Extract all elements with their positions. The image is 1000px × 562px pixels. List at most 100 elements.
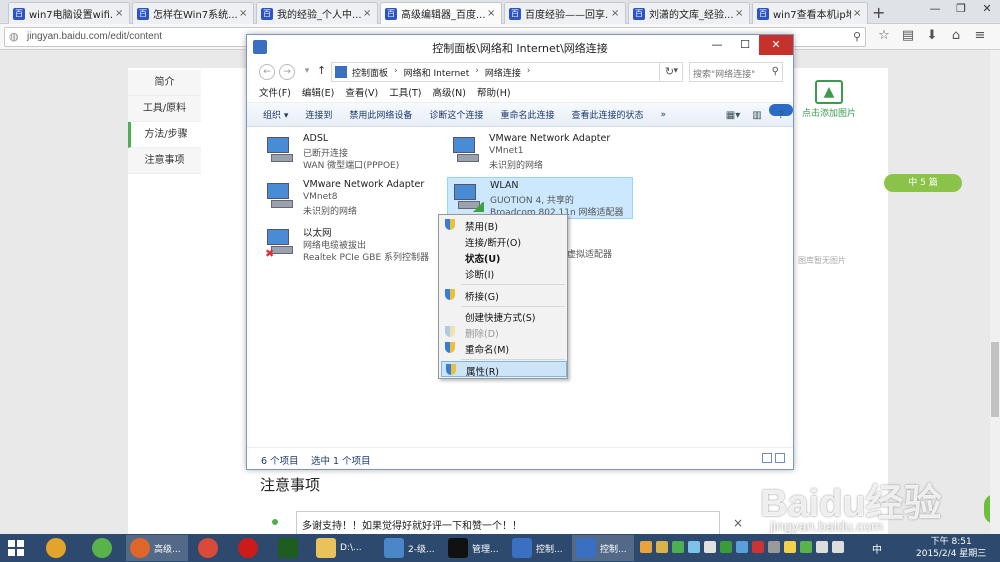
organize-button[interactable]: 组织 ▾ <box>263 108 288 121</box>
browser-tab[interactable]: 百 刘潇的文库_经验... × <box>628 2 750 24</box>
volume-icon[interactable] <box>816 541 828 553</box>
download-icon[interactable]: ⬇ <box>920 28 944 43</box>
search-input[interactable]: 搜索"网络连接" ⚲ <box>689 62 783 82</box>
tray-icon[interactable] <box>784 541 796 553</box>
tray-icon[interactable] <box>688 541 700 553</box>
adapter-item[interactable]: VMware Network Adapter VMnet1 未识别的网络 <box>447 131 633 173</box>
taskbar-cmd[interactable]: 管理... <box>444 535 506 561</box>
star-icon[interactable]: ☆ <box>872 28 896 43</box>
taskbar-app[interactable] <box>238 535 258 561</box>
page-scrollbar[interactable] <box>990 50 1000 534</box>
breadcrumb[interactable]: 控制面板 › 网络和 Internet › 网络连接 › ▾ <box>331 62 683 82</box>
tray-icon[interactable] <box>704 541 716 553</box>
browser-tab[interactable]: 百 我的经验_个人中... × <box>256 2 378 24</box>
more-commands-button[interactable]: » <box>660 110 666 120</box>
taskbar-control-panel[interactable]: 控制... <box>508 535 570 561</box>
tab-close-icon[interactable]: × <box>487 8 497 19</box>
clock[interactable]: 下午 8:51 2015/2/4 星期三 <box>916 536 986 560</box>
menu-edit[interactable]: 编辑(E) <box>302 85 334 102</box>
taskbar-control-panel-active[interactable]: 控制... <box>572 535 634 561</box>
menu-connect-disconnect[interactable]: 连接/断开(O) <box>441 233 567 249</box>
tray-icon[interactable] <box>656 541 668 553</box>
browser-tab[interactable]: 百 怎样在Win7系统... × <box>132 2 254 24</box>
menu-diagnose[interactable]: 诊断(I) <box>441 265 567 281</box>
taskbar-firefox[interactable]: 高级... <box>126 535 188 561</box>
tab-close-icon[interactable]: × <box>363 8 373 19</box>
taskbar-app[interactable] <box>46 535 66 561</box>
add-picture-icon[interactable]: ▲ <box>815 80 843 104</box>
url-text[interactable]: jingyan.baidu.com/edit/content <box>27 31 162 42</box>
menu-tools[interactable]: 工具(T) <box>389 85 421 102</box>
back-icon[interactable]: ← <box>259 64 275 80</box>
diagnose-button[interactable]: 诊断这个连接 <box>429 108 483 121</box>
menu-disable[interactable]: 禁用(B) <box>441 217 567 233</box>
menu-properties[interactable]: 属性(R) <box>441 361 567 378</box>
home-icon[interactable]: ⌂ <box>944 28 968 43</box>
menu-status[interactable]: 状态(U) <box>441 249 567 265</box>
search-icon[interactable]: ⚲ <box>853 30 861 43</box>
browser-tab[interactable]: 百 win7查看本机ip地... × <box>752 2 868 24</box>
refresh-icon[interactable]: ↻ <box>659 62 679 82</box>
tab-close-icon[interactable]: × <box>115 8 125 19</box>
forward-icon[interactable]: → <box>279 64 295 80</box>
breadcrumb-item[interactable]: 控制面板 <box>352 66 388 79</box>
ime-indicator[interactable]: 中 <box>872 541 882 556</box>
windows-start-icon[interactable] <box>8 540 24 556</box>
tray-icon[interactable] <box>752 541 764 553</box>
disable-device-button[interactable]: 禁用此网络设备 <box>349 108 412 121</box>
new-tab-icon[interactable]: + <box>872 3 885 22</box>
tray-icon[interactable] <box>736 541 748 553</box>
help-icon[interactable]: ? <box>769 104 793 128</box>
window-titlebar[interactable]: 控制面板\网络和 Internet\网络连接 — ☐ ✕ <box>247 35 793 59</box>
menu-view[interactable]: 查看(V) <box>345 85 378 102</box>
tray-icon[interactable] <box>640 541 652 553</box>
breadcrumb-item[interactable]: 网络连接 <box>485 66 521 79</box>
note-input[interactable]: 多谢支持！！如果觉得好就好评一下和赞一个！！ <box>296 511 720 535</box>
chevron-right-icon[interactable]: › <box>475 66 479 79</box>
adapter-item-selected[interactable]: WLAN GUOTION 4, 共享的 Broadcom 802.11n 网络适… <box>447 177 633 219</box>
chevron-right-icon[interactable]: › <box>527 66 531 79</box>
menu-bridge[interactable]: 桥接(G) <box>441 287 567 303</box>
taskbar-explorer[interactable]: D:\... <box>312 535 374 561</box>
taskbar-app[interactable]: 2-级... <box>380 535 442 561</box>
maximize-icon[interactable]: ☐ <box>731 35 759 55</box>
minimize-icon[interactable]: — <box>922 0 948 18</box>
menu-rename[interactable]: 重命名(M) <box>441 340 567 356</box>
tiles-view-icon[interactable] <box>775 453 785 463</box>
close-icon[interactable]: ✕ <box>759 35 793 55</box>
details-view-icon[interactable] <box>762 453 772 463</box>
recent-dropdown-icon[interactable]: ▾ <box>299 64 315 80</box>
add-picture-label[interactable]: 点击添加图片 <box>800 106 858 119</box>
tab-close-icon[interactable]: × <box>611 8 621 19</box>
network-icon[interactable] <box>832 541 844 553</box>
preview-pane-icon[interactable]: ▥ <box>745 104 769 128</box>
browser-tab[interactable]: 百 win7电脑设置wifi... × <box>8 2 130 24</box>
menu-help[interactable]: 帮助(H) <box>477 85 511 102</box>
taskbar-app[interactable] <box>278 535 298 561</box>
reading-list-icon[interactable]: ▤ <box>896 28 920 43</box>
taskbar-app[interactable] <box>92 535 112 561</box>
menu-create-shortcut[interactable]: 创建快捷方式(S) <box>441 308 567 324</box>
note-delete-icon[interactable]: × <box>733 516 743 530</box>
taskbar-app[interactable] <box>198 535 218 561</box>
breadcrumb-item[interactable]: 网络和 Internet <box>404 66 470 79</box>
menu-file[interactable]: 文件(F) <box>259 85 291 102</box>
connect-to-button[interactable]: 连接到 <box>305 108 332 121</box>
up-arrow-icon[interactable]: ↑ <box>317 64 326 77</box>
scrollbar-thumb[interactable] <box>991 342 999 417</box>
close-icon[interactable]: ✕ <box>974 0 1000 18</box>
tray-icon[interactable] <box>720 541 732 553</box>
tab-close-icon[interactable]: × <box>735 8 745 19</box>
tray-icon[interactable] <box>768 541 780 553</box>
menu-icon[interactable]: ≡ <box>968 28 992 43</box>
section-nav-item[interactable]: 工具/原料 <box>128 96 201 122</box>
view-status-button[interactable]: 查看此连接的状态 <box>571 108 643 121</box>
search-icon[interactable]: ⚲ <box>772 66 779 77</box>
adapter-item[interactable]: ADSL 已断开连接 WAN 微型端口(PPPOE) <box>261 131 447 173</box>
restore-icon[interactable]: ❐ <box>948 0 974 18</box>
menu-advanced[interactable]: 高级(N) <box>432 85 466 102</box>
minimize-icon[interactable]: — <box>703 35 731 55</box>
tab-close-icon[interactable]: × <box>239 8 249 19</box>
section-nav-item[interactable]: 注意事项 <box>128 148 201 174</box>
chevron-right-icon[interactable]: › <box>394 66 398 79</box>
